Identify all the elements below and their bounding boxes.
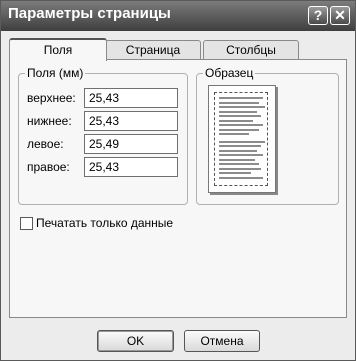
tab-columns[interactable]: Столбцы [203, 40, 299, 60]
left-margin-label: левое: [27, 137, 64, 151]
left-margin-input[interactable]: 25,49 [84, 134, 178, 154]
preview-text-line [219, 101, 259, 104]
tab-margins[interactable]: Поля [9, 38, 107, 61]
print-data-only-label: Печатать только данные [36, 216, 174, 230]
print-data-only-checkbox[interactable] [20, 217, 33, 230]
preview-text-line [219, 176, 263, 179]
preview-text-line [219, 172, 251, 174]
preview-text-line [219, 97, 263, 99]
tab-page[interactable]: Страница [105, 40, 201, 60]
window-title: Параметры страницы [8, 5, 171, 22]
top-margin-input[interactable]: 25,43 [84, 88, 178, 108]
preview-text-line [219, 154, 263, 156]
preview-text-line [219, 119, 253, 122]
help-button[interactable]: ? [308, 6, 328, 25]
cancel-button[interactable]: Отмена [184, 330, 260, 352]
preview-text-line [219, 149, 257, 152]
preview-text-line [219, 124, 263, 126]
bottom-margin-input[interactable]: 25,43 [84, 111, 178, 131]
top-margin-label: верхнее: [27, 91, 76, 105]
preview-text-line [219, 163, 259, 165]
right-margin-label: правое: [27, 160, 70, 174]
preview-text-line [219, 133, 249, 135]
preview-text-line [219, 140, 265, 143]
margins-group-label: Поля (мм) [25, 66, 86, 80]
preview-group-label: Образец [203, 66, 256, 80]
preview-text-line [219, 128, 259, 131]
preview-text-line [219, 167, 261, 170]
preview-text-line [219, 106, 265, 108]
title-bar: Параметры страницы ? ✕ [1, 1, 355, 31]
close-button[interactable]: ✕ [330, 6, 350, 25]
preview-text-line [219, 110, 257, 113]
right-margin-input[interactable]: 25,43 [84, 157, 178, 177]
preview-text-line [219, 145, 261, 147]
preview-text-line [219, 115, 261, 117]
bottom-margin-label: нижнее: [27, 114, 72, 128]
ok-button[interactable]: OK [97, 330, 174, 352]
page-setup-dialog: Параметры страницы ? ✕ Поля Страница Сто… [0, 0, 356, 361]
preview-text-line [219, 158, 255, 161]
preview-margin-box [214, 92, 268, 186]
preview-page [208, 85, 276, 193]
